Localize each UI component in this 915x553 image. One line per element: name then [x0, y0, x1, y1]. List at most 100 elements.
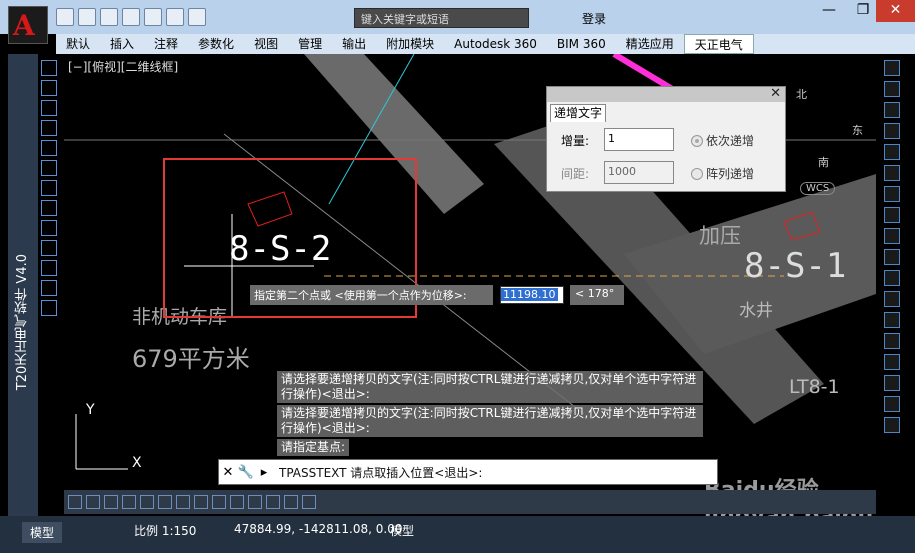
tool-icon[interactable] — [212, 495, 226, 509]
viewport-label[interactable]: [−][俯视][二维线框] — [68, 58, 178, 75]
tool-icon[interactable] — [302, 495, 316, 509]
tab-bim360[interactable]: BIM 360 — [547, 34, 616, 54]
app-logo: A — [13, 9, 35, 42]
tool-icon[interactable] — [122, 495, 136, 509]
circle-icon[interactable] — [41, 160, 57, 176]
tab-insert[interactable]: 插入 — [100, 34, 144, 54]
join-icon[interactable] — [884, 312, 900, 328]
angle-readout: < 178° — [570, 285, 624, 305]
close-icon[interactable]: ✕ — [770, 86, 781, 101]
region-icon[interactable] — [41, 260, 57, 276]
fillet-icon[interactable] — [884, 354, 900, 370]
tab-default[interactable]: 默认 — [56, 34, 100, 54]
stretch-icon[interactable] — [884, 228, 900, 244]
search-input[interactable]: 键入关键字或短语 — [354, 8, 529, 28]
tool-icon[interactable] — [176, 495, 190, 509]
copy-icon[interactable] — [884, 81, 900, 97]
table-icon[interactable] — [41, 280, 57, 296]
quick-access-toolbar — [56, 8, 206, 28]
viewcube-north[interactable]: 北 — [796, 86, 807, 102]
viewcube-south[interactable]: 南 — [818, 154, 829, 170]
radio-sequential[interactable]: 依次递增 — [691, 132, 754, 149]
polyline-icon[interactable] — [41, 80, 57, 96]
minimize-icon[interactable]: — — [812, 0, 846, 22]
scale-selector[interactable]: 比例 1:150 — [134, 522, 196, 539]
command-text[interactable]: TPASSTEXT 请点取插入位置<退出>: — [279, 464, 482, 481]
tab-addins[interactable]: 附加模块 — [376, 34, 444, 54]
chamfer-icon[interactable] — [884, 333, 900, 349]
polygon-icon[interactable] — [41, 120, 57, 136]
tool-icon[interactable] — [248, 495, 262, 509]
dialog-header[interactable]: ✕ — [547, 86, 785, 102]
increment-input[interactable]: 1 — [604, 128, 674, 151]
dynamic-input-field[interactable]: 11198.10 — [500, 286, 564, 304]
space-toggle[interactable]: 模型 — [390, 522, 414, 539]
rectangle-icon[interactable] — [41, 140, 57, 156]
spline-icon[interactable] — [41, 180, 57, 196]
dialog-title-tab[interactable]: 递增文字 — [550, 104, 606, 122]
plot-icon[interactable] — [144, 8, 162, 26]
save-icon[interactable] — [100, 8, 118, 26]
radio-sequential-label: 依次递增 — [706, 134, 755, 148]
tool-icon[interactable] — [140, 495, 154, 509]
tab-parametric[interactable]: 参数化 — [188, 34, 244, 54]
tab-annotate[interactable]: 注释 — [144, 34, 188, 54]
restore-icon[interactable]: ❐ — [846, 0, 880, 22]
tool-icon[interactable] — [86, 495, 100, 509]
radio-array[interactable]: 阵列递增 — [691, 165, 754, 182]
dynamic-input-prompt: 指定第二个点或 <使用第一个点作为位移>: — [250, 285, 493, 305]
arc-icon[interactable] — [41, 100, 57, 116]
move-icon[interactable] — [884, 165, 900, 181]
erase-icon[interactable] — [884, 60, 900, 76]
tool-icon[interactable] — [68, 495, 82, 509]
dynamic-input-value[interactable]: 11198.10 — [501, 288, 558, 301]
trim-icon[interactable] — [884, 249, 900, 265]
tab-view[interactable]: 视图 — [244, 34, 288, 54]
application-menu-button[interactable]: A — [8, 6, 48, 44]
tab-manage[interactable]: 管理 — [288, 34, 332, 54]
tool-icon[interactable] — [194, 495, 208, 509]
line-icon[interactable] — [41, 60, 57, 76]
wcs-button[interactable]: WCS — [800, 182, 836, 195]
break-icon[interactable] — [884, 291, 900, 307]
properties-icon[interactable] — [884, 417, 900, 433]
tab-featured-apps[interactable]: 精选应用 — [616, 34, 684, 54]
mtext-icon[interactable] — [41, 300, 57, 316]
model-tab[interactable]: 模型 — [22, 522, 63, 543]
spacing-input[interactable]: 1000 — [604, 161, 674, 184]
array-icon[interactable] — [884, 144, 900, 160]
new-icon[interactable] — [56, 8, 74, 26]
tool-icon[interactable] — [266, 495, 280, 509]
tab-autodesk360[interactable]: Autodesk 360 — [444, 34, 547, 54]
hatch-icon[interactable] — [41, 240, 57, 256]
radio-dot-icon — [691, 134, 703, 147]
ucs-y-label: Y — [86, 402, 95, 418]
tab-tangent-electric[interactable]: 天正电气 — [683, 34, 754, 54]
close-icon[interactable]: ✕ — [219, 465, 237, 480]
mirror-icon[interactable] — [884, 102, 900, 118]
wrench-icon[interactable]: 🔧 — [237, 465, 255, 480]
viewcube-east[interactable]: 东 — [852, 122, 863, 138]
close-icon[interactable]: ✕ — [876, 0, 915, 22]
tab-output[interactable]: 输出 — [332, 34, 376, 54]
tool-icon[interactable] — [104, 495, 118, 509]
extend-icon[interactable] — [884, 270, 900, 286]
scale-icon[interactable] — [884, 207, 900, 223]
insert-block-icon[interactable] — [41, 220, 57, 236]
command-line[interactable]: ✕ 🔧 ▸ TPASSTEXT 请点取插入位置<退出>: — [218, 459, 718, 485]
rotate-icon[interactable] — [884, 186, 900, 202]
matchprop-icon[interactable] — [884, 396, 900, 412]
tool-icon[interactable] — [284, 495, 298, 509]
ellipse-icon[interactable] — [41, 200, 57, 216]
tool-icon[interactable] — [230, 495, 244, 509]
tool-icon[interactable] — [158, 495, 172, 509]
undo-icon[interactable] — [166, 8, 184, 26]
redo-icon[interactable] — [188, 8, 206, 26]
offset-icon[interactable] — [884, 123, 900, 139]
history-line: 请选择要递增拷贝的文字(注:同时按CTRL键进行递减拷贝,仅对单个选中字符进行操… — [277, 405, 703, 437]
print-icon[interactable] — [122, 8, 140, 26]
tangent-side-panel[interactable]: T20天正电气软件 V4.0 — [8, 54, 38, 516]
sign-in-button[interactable]: 登录 — [582, 10, 606, 27]
explode-icon[interactable] — [884, 375, 900, 391]
open-icon[interactable] — [78, 8, 96, 26]
